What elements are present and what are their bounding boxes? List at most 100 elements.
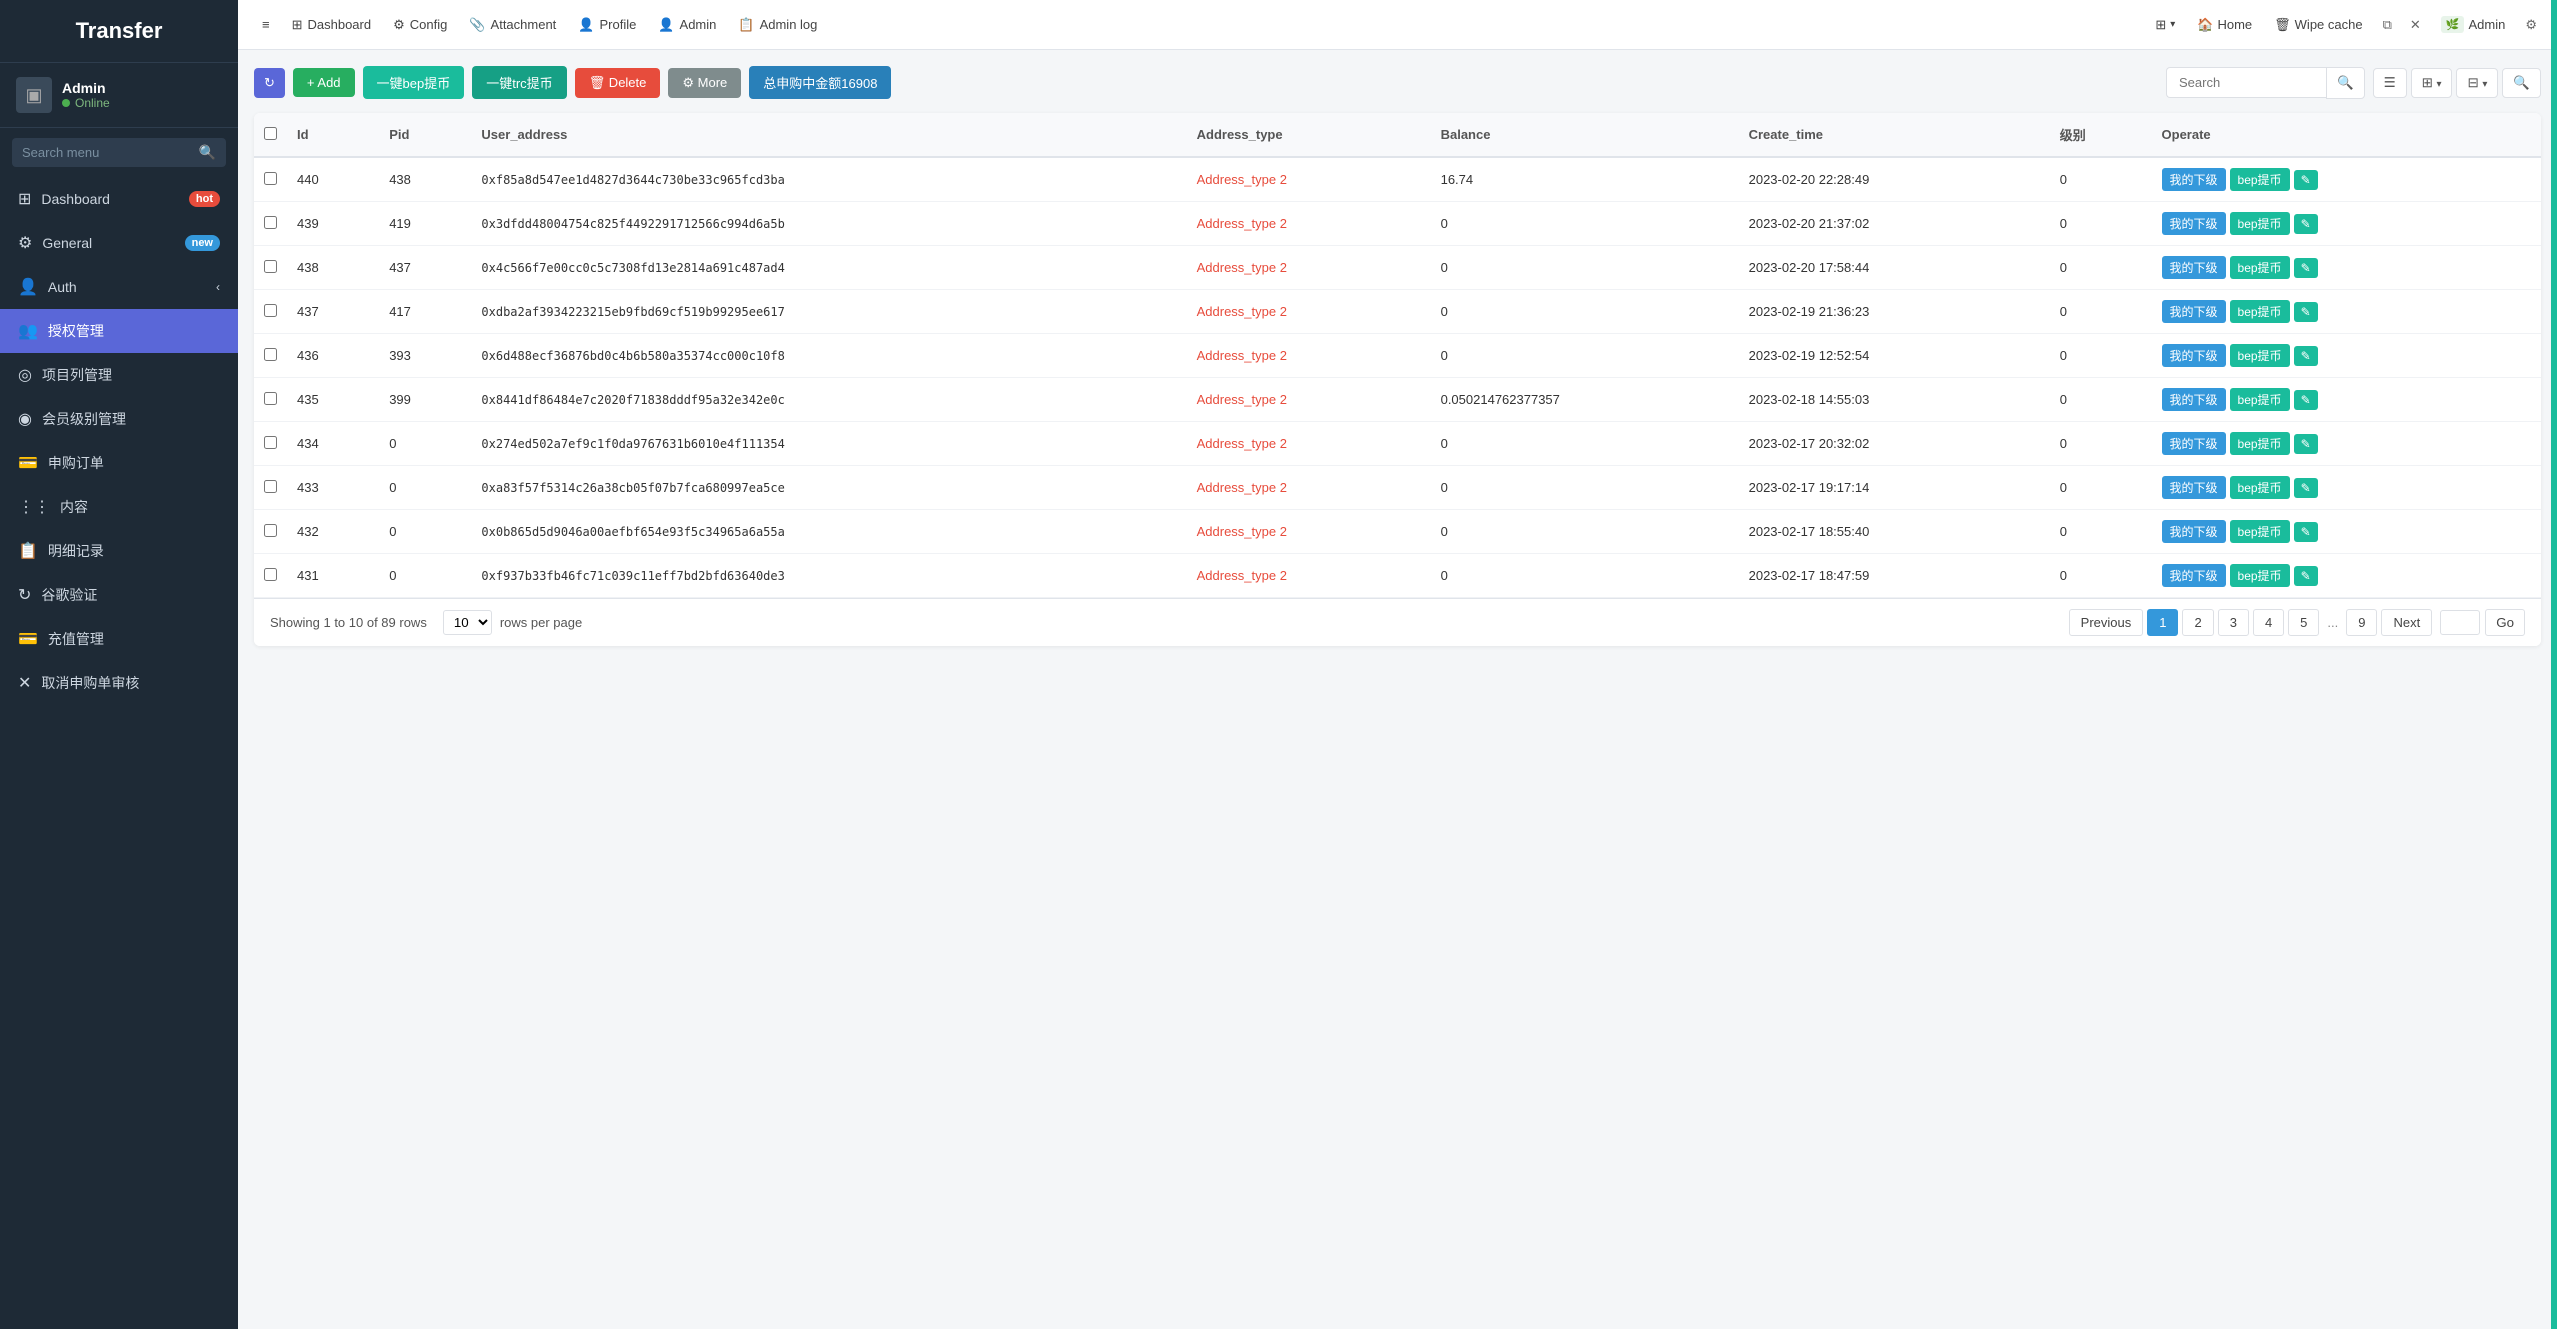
expand-search-btn[interactable]: 🔍: [2502, 68, 2541, 98]
topnav-config[interactable]: ⚙ Config: [383, 11, 457, 39]
sidebar-item-google-auth[interactable]: ↻谷歌验证: [0, 573, 238, 617]
bep-button[interactable]: 一键bep提币: [363, 66, 465, 99]
list-view-btn[interactable]: ☰: [2373, 68, 2407, 98]
grid-menu-btn[interactable]: ⊞ ▾: [2147, 11, 2183, 39]
next-btn[interactable]: Next: [2381, 609, 2432, 636]
search-input[interactable]: [2166, 67, 2326, 98]
bep-withdraw-btn[interactable]: bep提币: [2230, 432, 2290, 455]
page-3-btn[interactable]: 3: [2218, 609, 2249, 636]
select-all-checkbox[interactable]: [264, 127, 277, 140]
row-checkbox-9[interactable]: [264, 568, 277, 581]
search-menu-input[interactable]: [22, 145, 199, 160]
cell-balance: 0: [1431, 334, 1739, 378]
edit-btn[interactable]: ✎: [2294, 170, 2318, 190]
page-1-btn[interactable]: 1: [2147, 609, 2178, 636]
topnav-dashboard[interactable]: ⊞ Dashboard: [282, 11, 382, 39]
sidebar-item-cancel-order[interactable]: ✕取消申购单审核: [0, 661, 238, 705]
topnav-attachment[interactable]: 📎 Attachment: [459, 11, 566, 39]
page-4-btn[interactable]: 4: [2253, 609, 2284, 636]
sidebar-item-auth-mgmt[interactable]: 👥授权管理: [0, 309, 238, 353]
my-subordinate-btn[interactable]: 我的下级: [2162, 344, 2226, 367]
bep-withdraw-btn[interactable]: bep提币: [2230, 212, 2290, 235]
row-checkbox-3[interactable]: [264, 304, 277, 317]
edit-btn[interactable]: ✎: [2294, 478, 2318, 498]
bep-withdraw-btn[interactable]: bep提币: [2230, 344, 2290, 367]
my-subordinate-btn[interactable]: 我的下级: [2162, 520, 2226, 543]
row-checkbox-6[interactable]: [264, 436, 277, 449]
row-checkbox-8[interactable]: [264, 524, 277, 537]
row-checkbox-2[interactable]: [264, 260, 277, 273]
my-subordinate-btn[interactable]: 我的下级: [2162, 388, 2226, 411]
bep-withdraw-btn[interactable]: bep提币: [2230, 388, 2290, 411]
sidebar-item-project-mgmt[interactable]: ◎项目列管理: [0, 353, 238, 397]
delete-button[interactable]: 🗑 Delete: [575, 68, 661, 98]
bep-withdraw-btn[interactable]: bep提币: [2230, 300, 2290, 323]
more-button[interactable]: ⚙ More: [668, 68, 741, 98]
sidebar-item-records[interactable]: 📋明细记录: [0, 529, 238, 573]
row-checkbox-0[interactable]: [264, 172, 277, 185]
grid-view-btn[interactable]: ⊞ ▾: [2411, 68, 2453, 98]
home-btn[interactable]: 🏠 Home: [2189, 11, 2260, 39]
my-subordinate-btn[interactable]: 我的下级: [2162, 212, 2226, 235]
menu-toggle-btn[interactable]: ≡: [252, 11, 280, 38]
col-level: 级别: [2050, 113, 2152, 157]
sidebar-item-general[interactable]: ⚙Generalnew: [0, 221, 238, 265]
page-2-btn[interactable]: 2: [2182, 609, 2213, 636]
previous-btn[interactable]: Previous: [2069, 609, 2144, 636]
search-button[interactable]: 🔍: [2326, 67, 2365, 99]
go-btn[interactable]: Go: [2485, 609, 2525, 636]
edit-btn[interactable]: ✎: [2294, 258, 2318, 278]
my-subordinate-btn[interactable]: 我的下级: [2162, 432, 2226, 455]
topnav-profile[interactable]: 👤 Profile: [568, 11, 646, 39]
bep-withdraw-btn[interactable]: bep提币: [2230, 256, 2290, 279]
bep-withdraw-btn[interactable]: bep提币: [2230, 520, 2290, 543]
refresh-button[interactable]: ↻: [254, 68, 285, 98]
edit-btn[interactable]: ✎: [2294, 302, 2318, 322]
topnav-dashboard-label: Dashboard: [308, 17, 372, 32]
grid-view-icon: ⊞: [2422, 75, 2433, 90]
sidebar-item-auth[interactable]: 👤Auth‹: [0, 265, 238, 309]
page-9-btn[interactable]: 9: [2346, 609, 2377, 636]
rows-per-page-select[interactable]: 10 25 50: [443, 610, 492, 635]
copy-btn[interactable]: ⧉: [2377, 11, 2398, 39]
bep-withdraw-btn[interactable]: bep提币: [2230, 564, 2290, 587]
sidebar-item-recharge[interactable]: 💳充值管理: [0, 617, 238, 661]
settings-btn[interactable]: ⚙: [2519, 11, 2543, 39]
row-checkbox-5[interactable]: [264, 392, 277, 405]
edit-btn[interactable]: ✎: [2294, 214, 2318, 234]
edit-btn[interactable]: ✎: [2294, 522, 2318, 542]
add-button[interactable]: + Add: [293, 68, 355, 97]
topnav-admin-log[interactable]: 📋 Admin log: [728, 11, 827, 39]
close-btn[interactable]: ✕: [2404, 11, 2427, 39]
edit-btn[interactable]: ✎: [2294, 566, 2318, 586]
my-subordinate-btn[interactable]: 我的下级: [2162, 256, 2226, 279]
my-subordinate-btn[interactable]: 我的下级: [2162, 564, 2226, 587]
go-to-page-input[interactable]: [2440, 610, 2480, 635]
sidebar-item-member-mgmt[interactable]: ◉会员级别管理: [0, 397, 238, 441]
trc-button[interactable]: 一键trc提币: [472, 66, 566, 99]
cell-pid: 438: [379, 157, 471, 202]
sidebar-item-orders[interactable]: 💳申购订单: [0, 441, 238, 485]
filter-btn[interactable]: ⊟ ▾: [2456, 68, 2498, 98]
my-subordinate-btn[interactable]: 我的下级: [2162, 476, 2226, 499]
sidebar-item-content[interactable]: ⋮⋮内容: [0, 485, 238, 529]
user-icon: 🌿: [2441, 16, 2465, 33]
wipe-cache-btn[interactable]: 🗑 Wipe cache: [2266, 11, 2370, 39]
sidebar-search[interactable]: 🔍: [12, 138, 226, 167]
topnav-admin[interactable]: 👤 Admin: [648, 11, 726, 39]
row-checkbox-7[interactable]: [264, 480, 277, 493]
my-subordinate-btn[interactable]: 我的下级: [2162, 168, 2226, 191]
edit-btn[interactable]: ✎: [2294, 434, 2318, 454]
bep-withdraw-btn[interactable]: bep提币: [2230, 476, 2290, 499]
edit-btn[interactable]: ✎: [2294, 346, 2318, 366]
my-subordinate-btn[interactable]: 我的下级: [2162, 300, 2226, 323]
bep-withdraw-btn[interactable]: bep提币: [2230, 168, 2290, 191]
edit-btn[interactable]: ✎: [2294, 390, 2318, 410]
cell-addr-type: Address_type 2: [1187, 510, 1431, 554]
row-checkbox-4[interactable]: [264, 348, 277, 361]
row-checkbox-1[interactable]: [264, 216, 277, 229]
admin-user-btn[interactable]: 🌿 Admin: [2433, 10, 2514, 39]
total-button[interactable]: 总申购中金额16908: [749, 66, 891, 99]
page-5-btn[interactable]: 5: [2288, 609, 2319, 636]
sidebar-item-dashboard[interactable]: ⊞Dashboardhot: [0, 177, 238, 221]
